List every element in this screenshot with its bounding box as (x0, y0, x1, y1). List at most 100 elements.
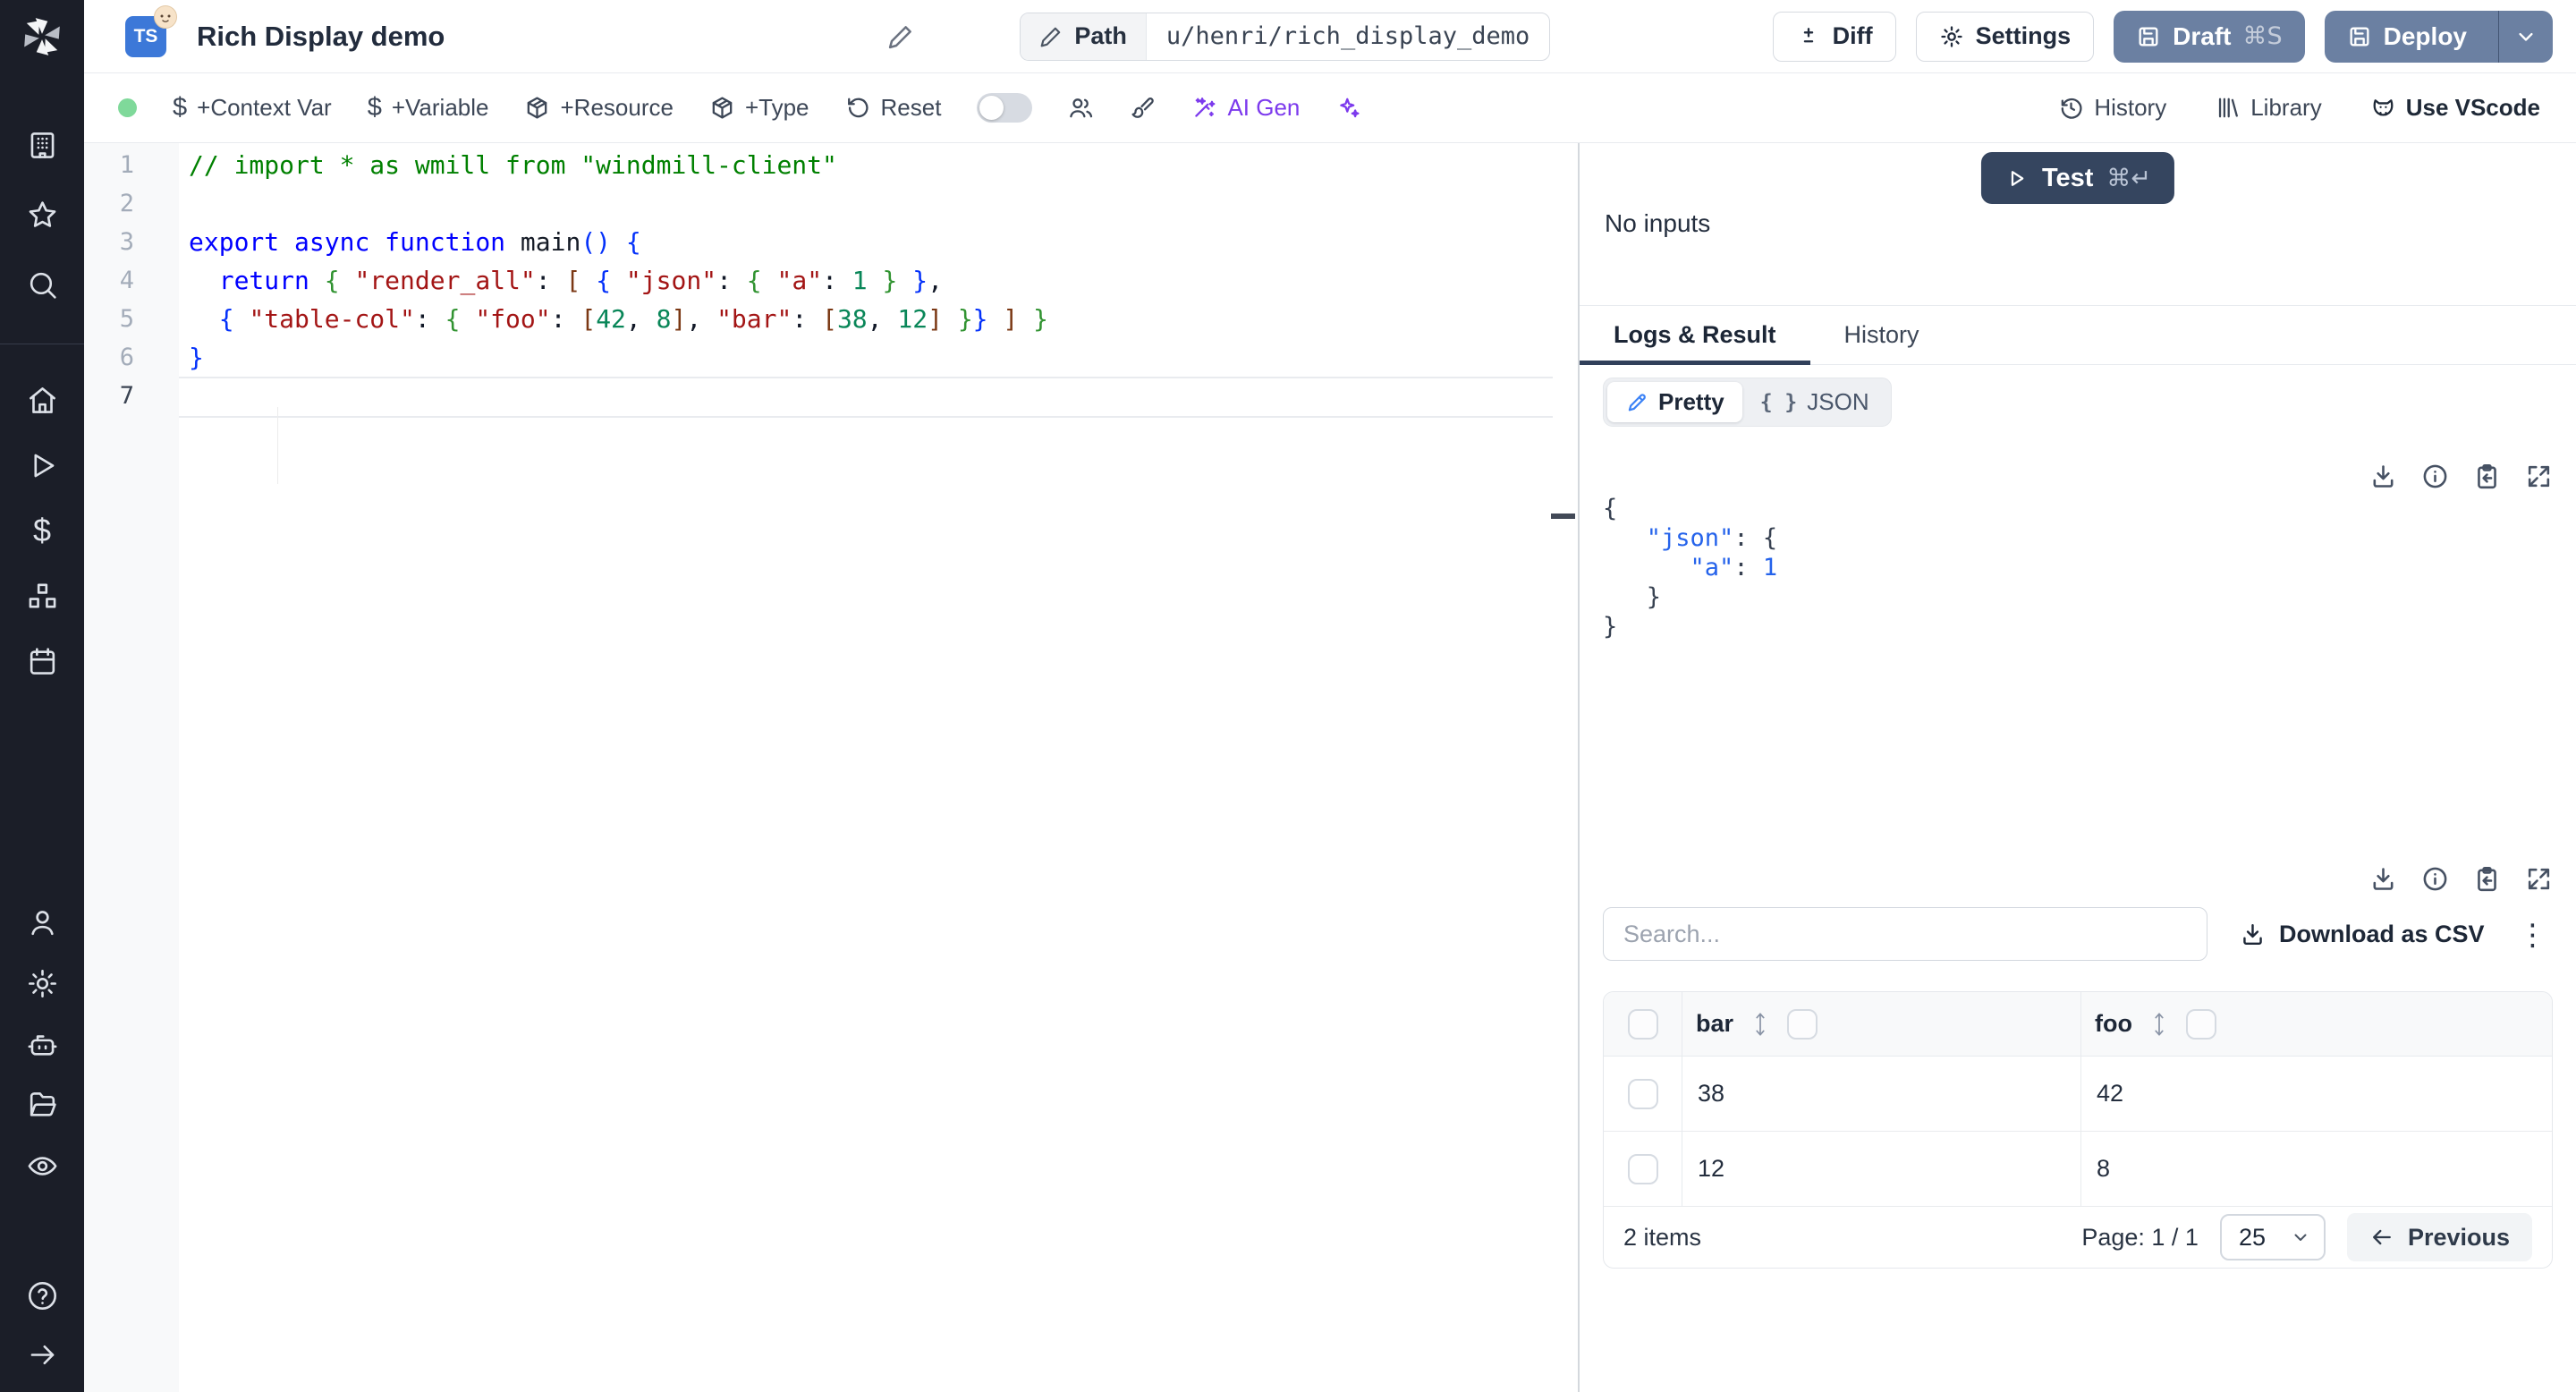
expand-icon (2528, 465, 2550, 488)
path-label: Path (1074, 22, 1127, 49)
overview-ruler-cursor (1551, 514, 1575, 519)
sidebar-item-variables[interactable]: $ (24, 513, 60, 548)
history-button[interactable]: History (2058, 94, 2166, 122)
json-toggle-button[interactable]: { } JSON (1742, 382, 1887, 422)
sidebar-item-home[interactable] (24, 382, 60, 418)
pretty-toggle-button[interactable]: Pretty (1607, 382, 1742, 422)
format-code-button[interactable] (1130, 95, 1156, 121)
topbar: TS Rich Display demo Path u/henri/rich_d… (84, 0, 2576, 73)
language-badge: TS (125, 4, 177, 57)
code-editor[interactable]: 1 2 3 4 5 6 7 // import * as wmill from "windm… (84, 143, 1578, 1392)
windmill-logo[interactable] (0, 0, 84, 73)
select-all-checkbox[interactable] (1627, 1008, 1658, 1040)
sidebar-item-workers[interactable] (24, 1026, 60, 1062)
sparkles-icon (1340, 98, 1360, 118)
deploy-button[interactable]: Deploy (2324, 10, 2553, 63)
copy-result-button[interactable] (2473, 463, 2501, 490)
help-icon (28, 1281, 56, 1310)
sidebar-item-runs[interactable] (24, 447, 60, 483)
ai-gen-button[interactable]: AI Gen (1191, 94, 1300, 122)
code-line: // import * as wmill from "windmill-clie… (189, 150, 837, 180)
column-header-foo[interactable]: foo (2081, 992, 2552, 1056)
table-menu-button[interactable]: ⋮ (2518, 920, 2547, 949)
building-icon (30, 132, 54, 158)
row-checkbox[interactable] (1627, 1153, 1658, 1184)
no-inputs-label: No inputs (1605, 209, 1711, 237)
result-info-button[interactable] (2421, 865, 2449, 893)
line-number: 2 (119, 190, 134, 217)
edit-summary-button[interactable] (887, 23, 914, 50)
download-result-button[interactable] (2369, 463, 2397, 490)
sidebar-item-workspace[interactable] (24, 127, 60, 163)
table-cell: 12 (1682, 1132, 2081, 1206)
sidebar-item-audit[interactable] (24, 1148, 60, 1184)
windmill-logo-icon (24, 18, 60, 55)
download-csv-button[interactable]: Download as CSV (2240, 921, 2485, 948)
previous-page-button[interactable]: Previous (2346, 1213, 2532, 1261)
result-json-viewer: { "json": { "a": 1 }} (1603, 494, 2553, 641)
line-number: 4 (119, 267, 134, 294)
settings-button[interactable]: Settings (1915, 11, 2095, 62)
expand-result-button[interactable] (2525, 865, 2553, 893)
code-line: { "table-col": { "foo": [42, 8], "bar": … (218, 304, 1048, 334)
history-icon (2061, 98, 2082, 119)
column-toggle-checkbox[interactable] (2185, 1008, 2216, 1040)
star-icon (29, 200, 55, 227)
add-type-button[interactable]: +Type (709, 94, 809, 122)
sidebar-item-favorites[interactable] (24, 197, 60, 233)
expand-result-button[interactable] (2525, 463, 2553, 490)
main-column: TS Rich Display demo Path u/henri/rich_d… (84, 0, 2576, 1392)
sidebar-main-group: $ (24, 382, 60, 679)
sidebar-item-users[interactable] (24, 904, 60, 940)
sidebar-item-resources[interactable] (24, 578, 60, 614)
add-resource-button[interactable]: +Resource (524, 94, 674, 122)
sidebar-lower-group (24, 904, 60, 1184)
column-toggle-checkbox[interactable] (1787, 1008, 1818, 1040)
draft-button[interactable]: Draft ⌘S (2114, 10, 2305, 63)
table-row: 38 42 (1604, 1057, 2552, 1132)
diff-button[interactable]: Diff (1772, 11, 1896, 62)
path-button[interactable]: Path u/henri/rich_display_demo (1020, 12, 1551, 61)
test-button[interactable]: Test ⌘↵ (1980, 152, 2175, 204)
column-header-bar[interactable]: bar (1682, 992, 2081, 1056)
use-vscode-button[interactable]: Use VScode (2370, 94, 2540, 122)
pen-icon (1628, 393, 1646, 411)
eye-icon (28, 1156, 56, 1176)
clipboard-copy-icon (2478, 866, 2496, 892)
table-search-input[interactable] (1603, 907, 2207, 961)
tab-logs-result[interactable]: Logs & Result (1580, 306, 1810, 365)
sidebar-item-search[interactable] (24, 267, 60, 302)
ai-sparkles-button[interactable] (1335, 95, 1361, 121)
page-size-select[interactable]: 25 (2219, 1214, 2326, 1260)
sidebar-item-help[interactable] (24, 1277, 60, 1313)
library-button[interactable]: Library (2215, 94, 2322, 122)
diff-icon (1803, 27, 1813, 42)
table-toolbar: Download as CSV ⋮ (1603, 907, 2553, 961)
sort-button[interactable] (2148, 1010, 2171, 1039)
play-icon (33, 454, 54, 477)
deploy-dropdown-button[interactable] (2498, 10, 2553, 63)
add-context-var-button[interactable]: $ +Context Var (173, 93, 332, 123)
dollar-icon: $ (173, 93, 188, 122)
tab-history[interactable]: History (1810, 306, 1953, 364)
reset-button[interactable]: Reset (845, 94, 941, 122)
sort-button[interactable] (1749, 1010, 1772, 1039)
row-checkbox[interactable] (1627, 1078, 1658, 1109)
download-icon (2243, 923, 2262, 945)
multiplayer-button[interactable] (1068, 95, 1094, 121)
chevron-down-icon (2294, 1234, 2307, 1241)
result-json-line: { (1603, 495, 1618, 522)
download-icon (2373, 868, 2394, 890)
copy-result-button[interactable] (2473, 865, 2501, 893)
download-result-button[interactable] (2369, 865, 2397, 893)
sidebar-item-folders[interactable] (24, 1087, 60, 1123)
sidebar-item-settings[interactable] (24, 965, 60, 1001)
collab-toggle[interactable] (977, 93, 1033, 123)
sidebar-expand-button[interactable] (24, 1337, 60, 1372)
add-variable-button[interactable]: $ +Variable (368, 93, 489, 123)
select-all-cell (1604, 992, 1682, 1056)
sidebar-item-schedules[interactable] (24, 643, 60, 679)
line-number: 7 (119, 382, 134, 410)
row-select-cell (1604, 1132, 1682, 1206)
result-info-button[interactable] (2421, 463, 2449, 490)
